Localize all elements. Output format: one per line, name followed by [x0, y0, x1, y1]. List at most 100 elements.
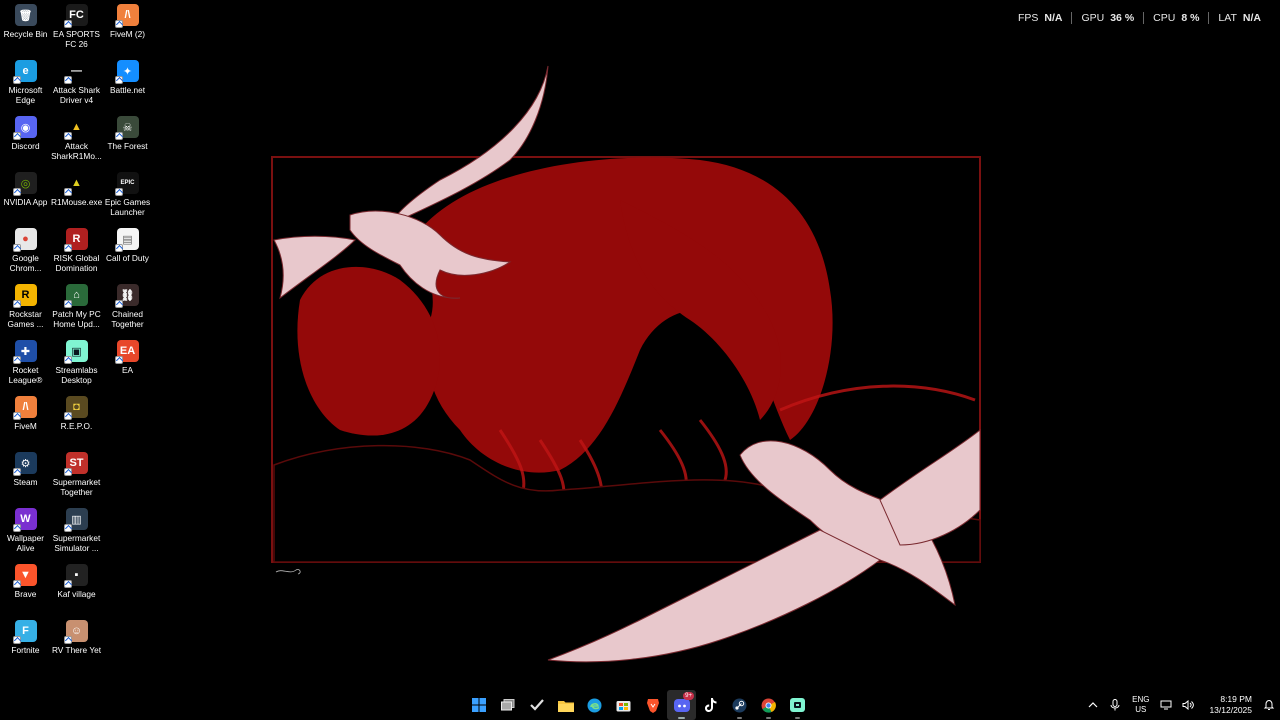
task-view-button[interactable]	[493, 690, 522, 720]
desktop-shortcut[interactable]: ◉ Discord	[0, 114, 51, 170]
start-button[interactable]	[464, 690, 493, 720]
shortcut-arrow-icon	[12, 132, 21, 140]
desktop-shortcut-label: RISK Global Domination	[53, 253, 100, 273]
steam-icon	[732, 698, 747, 713]
taskbar: 9+ ENG US 8:19 PM 13/12/2025	[0, 690, 1280, 720]
desktop-shortcut[interactable]: ● Google Chrom...	[0, 226, 51, 282]
discord-taskbar-button[interactable]: 9+	[667, 690, 696, 720]
desktop-shortcut[interactable]: ◎ NVIDIA App	[0, 170, 51, 226]
desktop-shortcut-label: Call of Duty	[106, 253, 149, 263]
fps-label: FPS	[1017, 12, 1039, 24]
desktop-shortcut[interactable]: ⌂ Patch My PC Home Upd...	[51, 282, 102, 338]
desktop-shortcut[interactable]: EA EA	[102, 338, 153, 394]
brave-taskbar-button[interactable]	[638, 690, 667, 720]
desktop-shortcut[interactable]: ◘ R.E.P.O.	[51, 394, 102, 450]
clock-button[interactable]: 8:19 PM 13/12/2025	[1209, 694, 1252, 716]
steam-icon: ⚙	[12, 452, 37, 476]
notifications-button[interactable]	[1258, 690, 1280, 720]
desktop-shortcut-label: Google Chrom...	[9, 253, 42, 273]
desktop-shortcut[interactable]: ⛓ Chained Together	[102, 282, 153, 338]
desktop-shortcut-label: Supermarket Together	[52, 477, 101, 497]
notification-bell-icon	[1263, 699, 1275, 710]
latency-readout: LAT N/A	[1208, 12, 1270, 24]
desktop-shortcut[interactable]: ▪ Kaf village	[51, 562, 102, 618]
desktop-shortcut[interactable]: ▥ Supermarket Simulator ...	[51, 506, 102, 562]
desktop-shortcut-label: EA SPORTS FC 26	[53, 29, 100, 49]
desktop-shortcut[interactable]: e Microsoft Edge	[0, 58, 51, 114]
desktop-shortcut[interactable]: EPIC Epic Games Launcher	[102, 170, 153, 226]
store-icon	[616, 698, 631, 712]
ea-icon: EA	[114, 340, 139, 364]
desktop-shortcut[interactable]: ✚ Rocket League®	[0, 338, 51, 394]
shortcut-arrow-icon	[12, 412, 21, 420]
desktop-shortcut[interactable]: ST Supermarket Together	[51, 450, 102, 506]
cpu-readout: CPU 8 %	[1143, 12, 1208, 24]
desktop-shortcut[interactable]: F Fortnite	[0, 618, 51, 674]
desktop-shortcut[interactable]: R Rockstar Games ...	[0, 282, 51, 338]
microphone-button[interactable]	[1104, 690, 1126, 720]
risk-icon: R	[63, 228, 88, 252]
fivem-icon: /\	[114, 4, 139, 28]
desktop-shortcut[interactable]: ☺ RV There Yet	[51, 618, 102, 674]
network-button[interactable]	[1155, 690, 1177, 720]
language-indicator[interactable]: ENG US	[1132, 695, 1149, 715]
desktop-wallpaper	[0, 0, 1280, 690]
streamlabs-taskbar-button[interactable]	[783, 690, 812, 720]
desktop-shortcut[interactable]: — Attack Shark Driver v4	[51, 58, 102, 114]
shortcut-arrow-icon	[12, 356, 21, 364]
shortcut-arrow-icon	[63, 76, 72, 84]
shortcut-arrow-icon	[63, 524, 72, 532]
desktop-shortcut[interactable]: /\ FiveM (2)	[102, 2, 153, 58]
desktop-shortcut-label: RV There Yet	[51, 645, 102, 655]
shortcut-arrow-icon	[12, 300, 21, 308]
desktop-shortcut[interactable]: ⚙ Steam	[0, 450, 51, 506]
microsoft-store-button[interactable]	[609, 690, 638, 720]
shortcut-arrow-icon	[12, 76, 21, 84]
edge-icon: e	[12, 60, 37, 84]
desktop-shortcut[interactable]: ▣ Streamlabs Desktop	[51, 338, 102, 394]
desktop-shortcut[interactable]: W Wallpaper Alive	[0, 506, 51, 562]
attack-shark-driver-icon: —	[63, 60, 88, 84]
desktop-shortcut[interactable]: ▼ Brave	[0, 562, 51, 618]
shortcut-arrow-icon	[114, 20, 123, 28]
desktop-shortcut-label: Chained Together	[111, 309, 144, 329]
performance-overlay: FPS N/A GPU 36 % CPU 8 % LAT N/A	[1009, 12, 1270, 24]
lat-label: LAT	[1218, 12, 1237, 24]
steam-taskbar-button[interactable]	[725, 690, 754, 720]
volume-button[interactable]	[1177, 690, 1199, 720]
desktop-shortcut-label: Wallpaper Alive	[6, 533, 45, 553]
desktop-shortcut[interactable]: /\ FiveM	[0, 394, 51, 450]
shortcut-arrow-icon	[63, 300, 72, 308]
brave-icon	[646, 698, 660, 713]
desktop-shortcut[interactable]: ▲ R1Mouse.exe	[51, 170, 102, 226]
tiktok-taskbar-button[interactable]	[696, 690, 725, 720]
desktop-shortcut[interactable]: ▤ Call of Duty	[102, 226, 153, 282]
r1mouse-icon: ▲	[63, 172, 88, 196]
desktop-shortcut-label: R.E.P.O.	[60, 421, 93, 431]
desktop-shortcut[interactable]: FC EA SPORTS FC 26	[51, 2, 102, 58]
patch-my-pc-icon: ⌂	[63, 284, 88, 308]
desktop-shortcut-label: Fortnite	[11, 645, 40, 655]
shortcut-arrow-icon	[63, 20, 72, 28]
supermarket-simulator-icon: ▥	[63, 508, 88, 532]
notification-badge: 9+	[683, 692, 694, 700]
tasks-app-button[interactable]	[522, 690, 551, 720]
attack-shark-r1-icon: ▲	[63, 116, 88, 140]
desktop-shortcut-label: EA	[121, 365, 134, 375]
show-hidden-icons-button[interactable]	[1082, 690, 1104, 720]
desktop-shortcut[interactable]: 🗑 Recycle Bin	[0, 2, 51, 58]
desktop-shortcut[interactable]: ✦ Battle.net	[102, 58, 153, 114]
desktop-shortcut-label: Attack SharkR1Mo...	[51, 141, 102, 161]
desktop-shortcut[interactable]: ☠ The Forest	[102, 114, 153, 170]
edge-taskbar-button[interactable]	[580, 690, 609, 720]
tiktok-icon	[704, 698, 717, 712]
shortcut-arrow-icon	[63, 468, 72, 476]
desktop-shortcut-label: Rocket League®	[8, 365, 43, 385]
desktop-shortcut[interactable]: R RISK Global Domination	[51, 226, 102, 282]
rockstar-icon: R	[12, 284, 37, 308]
desktop-shortcut-label: Rockstar Games ...	[7, 309, 44, 329]
file-explorer-button[interactable]	[551, 690, 580, 720]
chrome-taskbar-button[interactable]	[754, 690, 783, 720]
desktop-shortcut[interactable]: ▲ Attack SharkR1Mo...	[51, 114, 102, 170]
desktop-shortcut-label: Streamlabs Desktop	[55, 365, 98, 385]
